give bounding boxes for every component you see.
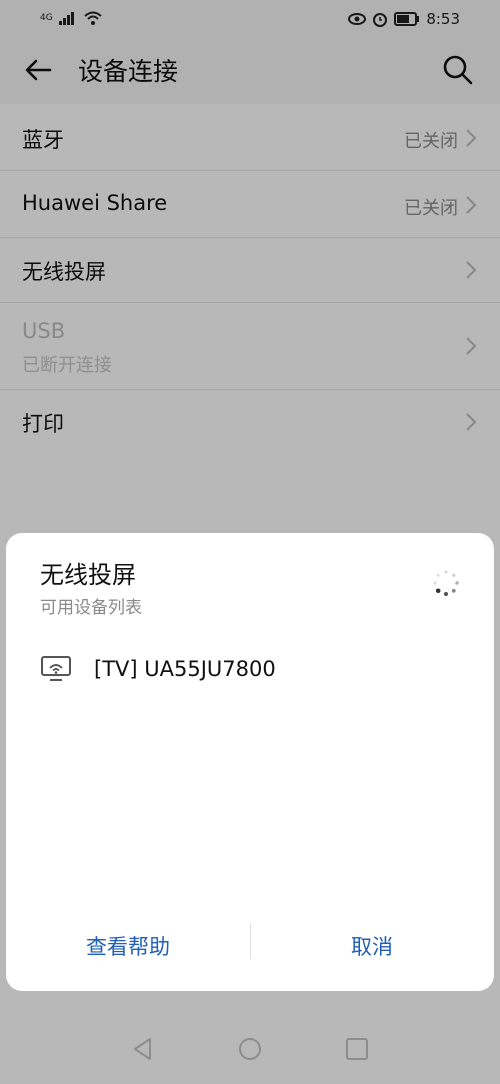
loading-spinner-icon [433,570,459,597]
cancel-button[interactable]: 取消 [250,901,494,991]
nav-back-icon[interactable] [130,1036,156,1062]
dialog-actions: 查看帮助 取消 [6,901,494,991]
nav-recents-icon[interactable] [344,1036,370,1062]
projection-dialog: 无线投屏 可用设备列表 [TV] UA55JU7800 查看帮助 取消 [6,533,494,991]
tv-cast-icon [41,656,71,681]
nav-bar [0,1010,500,1084]
dialog-title: 无线投屏 [40,561,136,589]
device-item[interactable]: [TV] UA55JU7800 [40,649,276,689]
view-help-button[interactable]: 查看帮助 [6,901,250,991]
device-name: [TV] UA55JU7800 [94,657,276,681]
dialog-subtitle: 可用设备列表 [40,598,142,618]
nav-home-icon[interactable] [237,1036,263,1062]
